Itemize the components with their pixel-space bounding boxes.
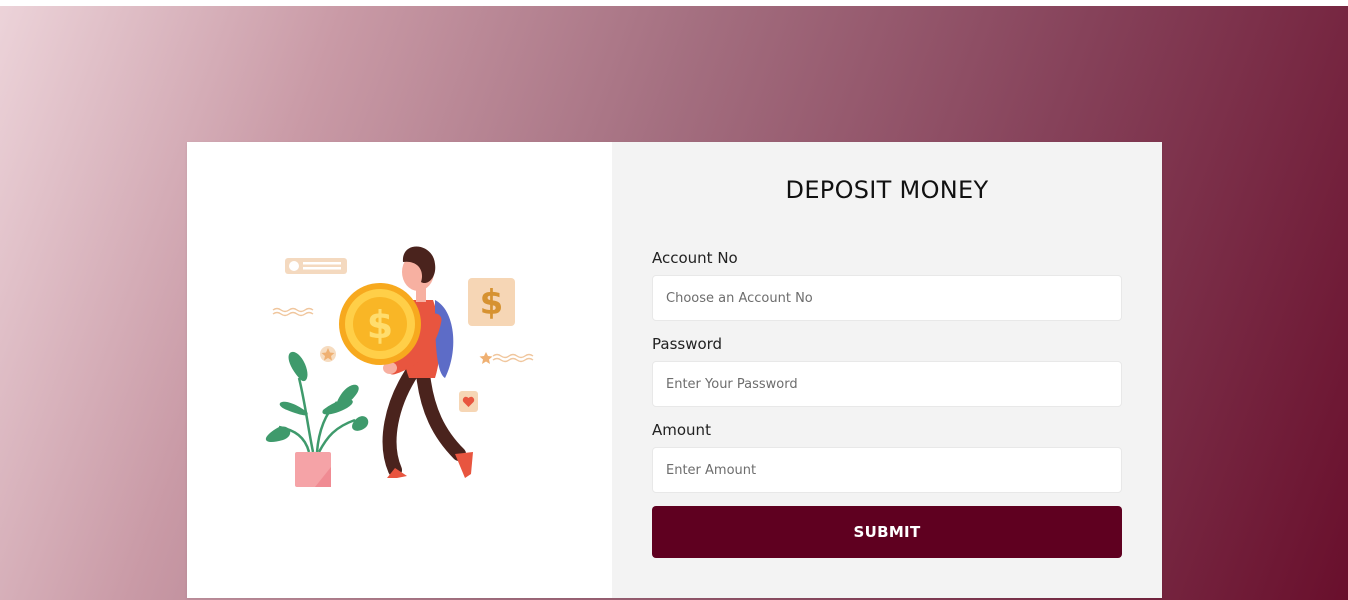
heart-icon [459, 391, 478, 412]
svg-text:$: $ [480, 283, 504, 323]
wavy-line-right-2 [492, 357, 534, 363]
wavy-line-left [272, 307, 314, 313]
deposit-form: DEPOSIT MONEY Account No Password Amount… [612, 142, 1162, 598]
potted-plant [265, 351, 369, 487]
password-input[interactable] [652, 361, 1122, 407]
wavy-line-right [492, 353, 534, 359]
illustration-panel: $ $ [187, 142, 612, 598]
form-title: DEPOSIT MONEY [785, 176, 989, 204]
account-no-input[interactable] [652, 275, 1122, 321]
dollar-coin-icon: $ [339, 283, 421, 365]
amount-input[interactable] [652, 447, 1122, 493]
submit-button[interactable]: SUBMIT [652, 506, 1122, 558]
dollar-card-icon: $ [468, 278, 515, 326]
password-label: Password [652, 335, 723, 353]
man-figure [382, 246, 473, 478]
amount-label: Amount [652, 421, 711, 439]
star-badge-icon [320, 346, 336, 362]
man-carrying-coin-illustration: $ $ [265, 246, 534, 487]
account-no-label: Account No [652, 249, 738, 267]
wavy-line-left-2 [272, 311, 314, 317]
message-card-icon [285, 258, 347, 274]
star-icon [479, 352, 493, 364]
deposit-card: $ $ DEPOSIT MONEY Account No Choose an A… [187, 142, 1162, 598]
svg-text:$: $ [367, 303, 393, 347]
